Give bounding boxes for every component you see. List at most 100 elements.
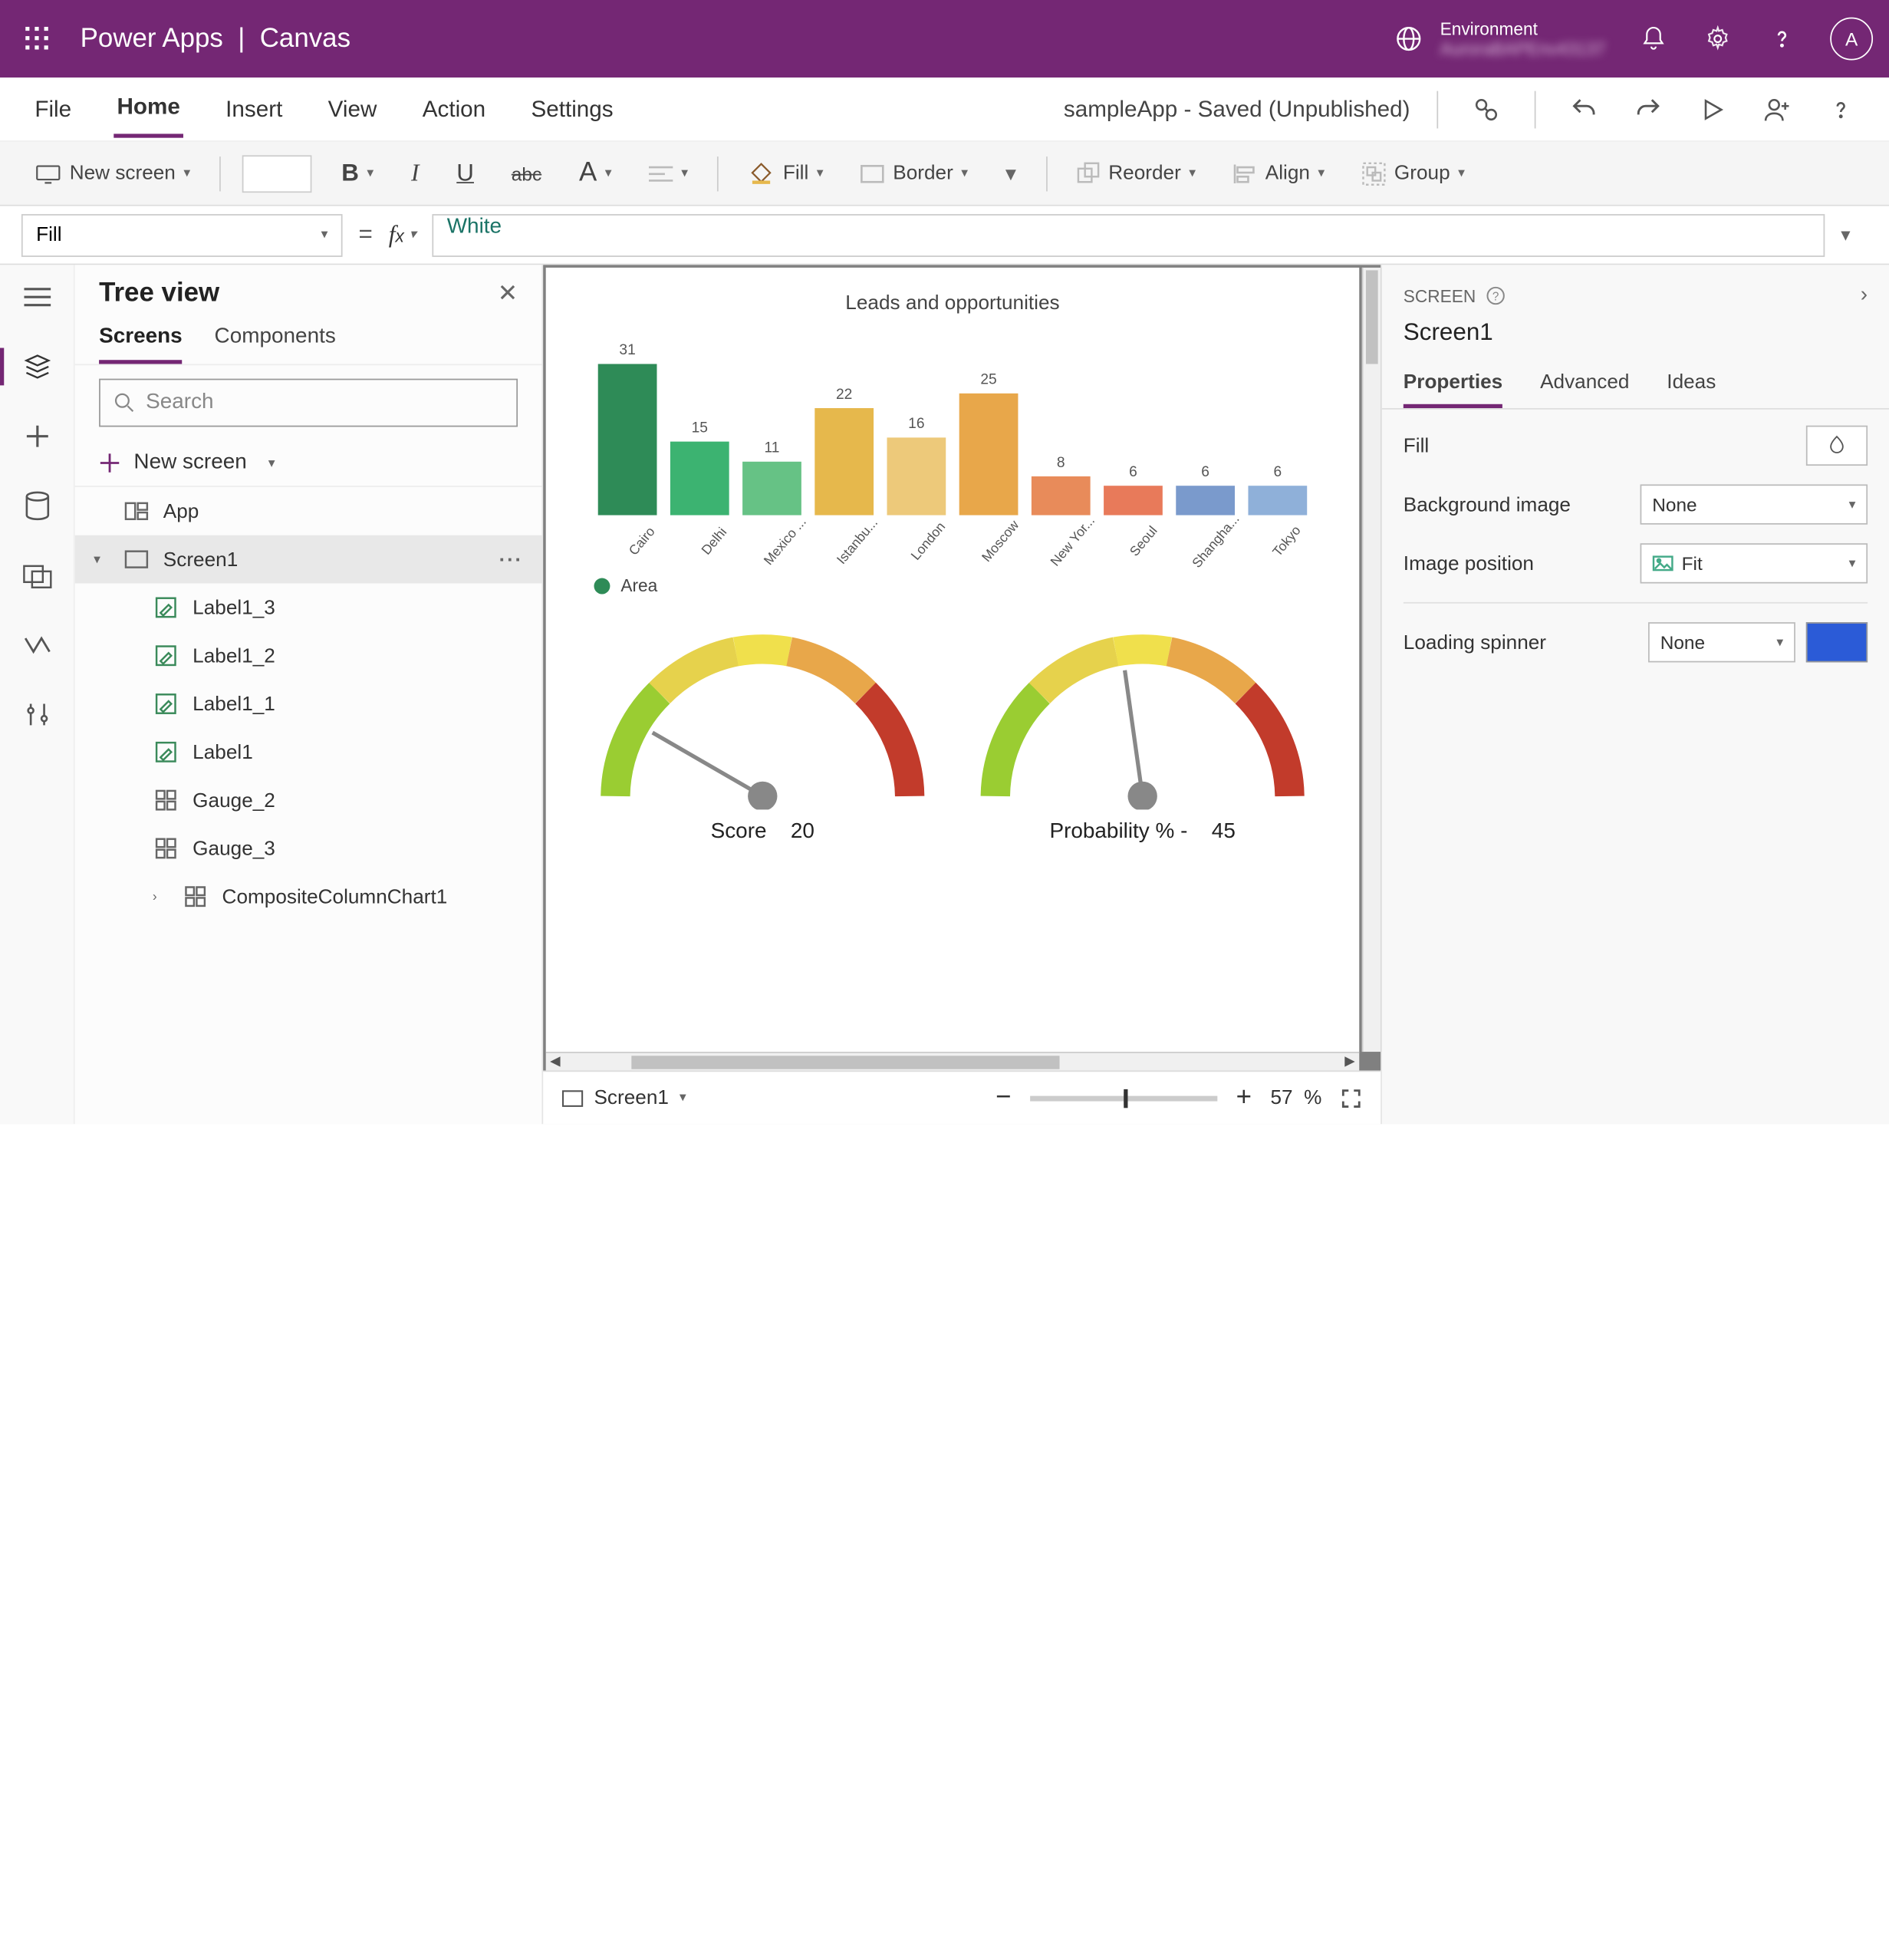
tree-item[interactable]: ›CompositeColumnChart1 bbox=[75, 872, 542, 921]
waffle-icon[interactable] bbox=[16, 18, 59, 61]
app-title: Power Apps | Canvas bbox=[81, 24, 350, 54]
flows-icon[interactable] bbox=[18, 626, 56, 664]
zoom-slider[interactable] bbox=[1030, 1095, 1217, 1101]
data-icon[interactable] bbox=[18, 487, 56, 525]
search-placeholder: Search bbox=[146, 390, 213, 414]
image-position-label: Image position bbox=[1404, 552, 1641, 575]
bar: 25 bbox=[955, 372, 1022, 515]
text-align-button[interactable]: ▾ bbox=[641, 159, 696, 188]
menu-settings[interactable]: Settings bbox=[528, 82, 616, 136]
tree-item[interactable]: Gauge_3 bbox=[75, 825, 542, 873]
font-color-button[interactable]: A▾ bbox=[571, 153, 620, 194]
notifications-icon[interactable] bbox=[1637, 23, 1670, 55]
zoom-out-button[interactable]: − bbox=[996, 1082, 1011, 1113]
background-image-select[interactable]: None▾ bbox=[1641, 484, 1868, 524]
menu-insert[interactable]: Insert bbox=[223, 82, 285, 136]
horizontal-scrollbar[interactable]: ◀▶ bbox=[546, 1052, 1360, 1070]
tree-item[interactable]: Gauge_2 bbox=[75, 776, 542, 825]
group-button[interactable]: Group▾ bbox=[1354, 156, 1473, 190]
insert-icon[interactable] bbox=[18, 417, 56, 455]
bar: 6 bbox=[1244, 465, 1311, 516]
share-icon[interactable] bbox=[1761, 93, 1793, 125]
tree-tab-screens[interactable]: Screens bbox=[99, 315, 183, 364]
canvas[interactable]: Leads and opportunities 3115112216258666… bbox=[546, 268, 1360, 1052]
titlebar: Power Apps | Canvas Environment AuroraBA… bbox=[0, 0, 1889, 77]
menu-view[interactable]: View bbox=[325, 82, 380, 136]
image-position-select[interactable]: Fit ▾ bbox=[1641, 543, 1868, 583]
close-tree-icon[interactable]: ✕ bbox=[498, 280, 518, 308]
vertical-scrollbar[interactable] bbox=[1362, 268, 1381, 1052]
more-icon[interactable]: ··· bbox=[499, 548, 523, 571]
tree-item[interactable]: Label1_2 bbox=[75, 631, 542, 680]
menu-file[interactable]: File bbox=[32, 82, 74, 136]
collapse-properties-icon[interactable]: › bbox=[1861, 284, 1868, 308]
tree-view-title: Tree view bbox=[99, 278, 219, 309]
bar: 6 bbox=[1172, 465, 1239, 516]
menu-home[interactable]: Home bbox=[114, 81, 183, 138]
formula-input[interactable]: White bbox=[433, 213, 1825, 256]
tree-search-input[interactable]: Search bbox=[99, 379, 518, 427]
spinner-color-swatch[interactable] bbox=[1806, 622, 1868, 662]
font-size-input[interactable] bbox=[242, 154, 312, 192]
property-selector[interactable]: Fill▾ bbox=[21, 213, 343, 256]
tree-item[interactable]: Label1_1 bbox=[75, 680, 542, 728]
tools-icon[interactable] bbox=[18, 696, 56, 733]
bar: 22 bbox=[811, 387, 877, 515]
help-icon[interactable] bbox=[1766, 23, 1798, 55]
tree-view-icon[interactable] bbox=[18, 348, 56, 386]
bar: 6 bbox=[1100, 465, 1167, 516]
reorder-button[interactable]: Reorder▾ bbox=[1068, 156, 1204, 190]
selected-element-name: Screen1 bbox=[1382, 316, 1889, 361]
fit-screen-icon[interactable] bbox=[1341, 1087, 1362, 1108]
help2-icon[interactable] bbox=[1825, 93, 1857, 125]
plus-icon bbox=[99, 453, 120, 474]
new-screen-button[interactable]: New screen▾ bbox=[27, 156, 199, 190]
strikethrough-button[interactable]: abc bbox=[503, 157, 549, 189]
environment-picker[interactable]: Environment AuroraBAPEnv43137 bbox=[1394, 18, 1605, 58]
redo-icon[interactable] bbox=[1632, 93, 1664, 125]
media-icon[interactable] bbox=[18, 557, 56, 595]
properties-panel: SCREEN ? › Screen1 PropertiesAdvancedIde… bbox=[1381, 265, 1889, 1124]
italic-button[interactable]: I bbox=[403, 154, 427, 193]
avatar[interactable]: A bbox=[1830, 18, 1873, 61]
preview-icon[interactable] bbox=[1696, 93, 1729, 125]
bar: 11 bbox=[739, 440, 805, 516]
bar: 15 bbox=[666, 421, 733, 516]
prop-tab-properties[interactable]: Properties bbox=[1404, 360, 1502, 408]
tree-item[interactable]: ▾Screen1··· bbox=[75, 535, 542, 584]
tree-item-label: App bbox=[163, 500, 199, 523]
expand-formula-icon[interactable]: ▾ bbox=[1841, 222, 1868, 246]
prop-tab-advanced[interactable]: Advanced bbox=[1540, 360, 1629, 408]
bar: 16 bbox=[883, 416, 949, 515]
overflow-button[interactable]: ▾ bbox=[997, 154, 1024, 192]
hamburger-icon[interactable] bbox=[18, 278, 56, 316]
app-checker-icon[interactable] bbox=[1470, 93, 1502, 125]
menu-action[interactable]: Action bbox=[420, 82, 488, 136]
canvas-area: Leads and opportunities 3115112216258666… bbox=[543, 265, 1381, 1124]
screen-icon bbox=[35, 163, 61, 184]
zoom-in-button[interactable]: + bbox=[1236, 1082, 1252, 1113]
settings-icon[interactable] bbox=[1702, 23, 1734, 55]
tree-item[interactable]: Label1 bbox=[75, 728, 542, 776]
label-icon bbox=[153, 690, 179, 717]
loading-spinner-select[interactable]: None▾ bbox=[1648, 622, 1795, 662]
prop-tab-ideas[interactable]: Ideas bbox=[1667, 360, 1716, 408]
tree-item[interactable]: App bbox=[75, 487, 542, 535]
fill-button[interactable]: Fill▾ bbox=[740, 154, 831, 192]
new-screen-tree-button[interactable]: New screen ▾ bbox=[75, 440, 542, 487]
canvas-statusbar: Screen1▾ − + 57 % bbox=[543, 1070, 1381, 1124]
tree-tab-components[interactable]: Components bbox=[215, 315, 336, 364]
bold-button[interactable]: B▾ bbox=[334, 154, 382, 193]
fill-color-picker[interactable] bbox=[1806, 426, 1868, 466]
ribbon-toolbar: New screen▾ B▾ I U abc A▾ ▾ Fill▾ Border… bbox=[0, 142, 1889, 206]
info-icon[interactable]: ? bbox=[1486, 286, 1505, 305]
screen-selector[interactable]: Screen1▾ bbox=[562, 1086, 686, 1109]
underline-button[interactable]: U bbox=[449, 154, 482, 193]
tree-item[interactable]: Label1_3 bbox=[75, 584, 542, 632]
gauge-icon bbox=[153, 787, 179, 814]
align-button[interactable]: Align▾ bbox=[1225, 156, 1332, 190]
fx-button[interactable]: fx▾ bbox=[389, 221, 416, 249]
border-button[interactable]: Border▾ bbox=[853, 156, 976, 190]
undo-icon[interactable] bbox=[1568, 93, 1600, 125]
environment-label: Environment bbox=[1440, 18, 1606, 38]
